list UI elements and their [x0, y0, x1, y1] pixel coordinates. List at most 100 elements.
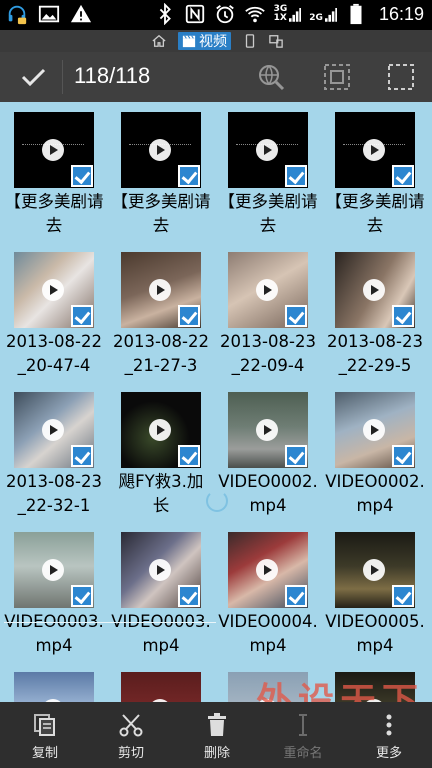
mode-video-tab[interactable]: 视频 — [178, 32, 231, 50]
video-thumbnail[interactable] — [121, 532, 201, 608]
video-thumbnail[interactable] — [14, 532, 94, 608]
mode-home[interactable] — [152, 32, 166, 50]
video-thumbnail[interactable] — [335, 252, 415, 328]
video-filename: 【更多美剧请去 — [4, 192, 104, 235]
video-filename: 2013-08-22_20-47-4 — [6, 332, 102, 375]
play-icon — [149, 139, 171, 161]
home-icon — [152, 34, 166, 47]
video-grid-item[interactable] — [0, 662, 107, 702]
video-thumbnail[interactable] — [228, 252, 308, 328]
selected-checkbox[interactable] — [392, 445, 414, 467]
select-grid-icon[interactable] — [322, 62, 352, 92]
video-grid-item[interactable]: 2013-08-23_22-09-4 — [214, 242, 321, 382]
play-icon — [42, 279, 64, 301]
play-icon — [363, 279, 385, 301]
video-grid-item[interactable]: VIDEO0004.mp4 — [214, 522, 321, 662]
devices-icon — [269, 35, 283, 48]
play-icon — [363, 139, 385, 161]
signal-3g-icon: 3G 1X — [274, 5, 302, 23]
video-grid-item[interactable] — [321, 662, 428, 702]
video-thumbnail[interactable] — [228, 532, 308, 608]
done-check-icon[interactable] — [18, 62, 48, 92]
video-thumbnail[interactable] — [14, 392, 94, 468]
copy-button[interactable]: 复制 — [0, 712, 90, 764]
video-grid-item[interactable] — [214, 662, 321, 702]
video-grid-item[interactable]: 2013-08-23_22-29-5 — [321, 242, 428, 382]
video-grid-item[interactable]: 【更多美剧请去 — [0, 102, 107, 242]
selected-checkbox[interactable] — [178, 165, 200, 187]
video-grid-item[interactable]: 2013-08-22_21-27-3 — [107, 242, 214, 382]
delete-button[interactable]: 删除 — [172, 712, 262, 764]
play-icon — [149, 559, 171, 581]
play-icon — [42, 419, 64, 441]
copy-icon — [34, 714, 55, 736]
nfc-icon — [185, 4, 204, 24]
selected-checkbox[interactable] — [71, 585, 93, 607]
rename-cursor-icon — [299, 714, 307, 736]
alarm-icon — [215, 5, 234, 24]
video-thumbnail[interactable] — [121, 672, 201, 702]
selected-checkbox[interactable] — [178, 445, 200, 467]
video-grid-item[interactable]: 【更多美剧请去 — [214, 102, 321, 242]
video-grid-item[interactable]: 2013-08-22_20-47-4 — [0, 242, 107, 382]
selected-checkbox[interactable] — [285, 165, 307, 187]
video-thumbnail[interactable] — [335, 392, 415, 468]
video-thumbnail[interactable] — [335, 532, 415, 608]
more-label: 更多 — [375, 746, 402, 761]
video-thumbnail[interactable] — [121, 112, 201, 188]
video-grid-item[interactable]: 飓FY救3.加长 — [107, 382, 214, 522]
play-icon — [256, 559, 278, 581]
video-grid-item[interactable]: 【更多美剧请去 — [321, 102, 428, 242]
video-thumbnail[interactable] — [228, 672, 308, 702]
video-thumbnail[interactable] — [335, 112, 415, 188]
play-icon — [256, 279, 278, 301]
video-grid-item[interactable]: VIDEO0002.mp4 — [321, 382, 428, 522]
video-filename: 2013-08-23_22-09-4 — [220, 332, 316, 375]
video-thumbnail[interactable] — [335, 672, 415, 702]
selected-checkbox[interactable] — [178, 305, 200, 327]
play-icon — [363, 419, 385, 441]
video-grid-item[interactable]: VIDEO0003.mp4 — [107, 522, 214, 662]
video-thumbnail[interactable] — [14, 112, 94, 188]
selected-checkbox[interactable] — [178, 585, 200, 607]
video-filename: VIDEO0002.mp4 — [325, 472, 425, 515]
copy-label: 复制 — [31, 746, 58, 761]
selected-checkbox[interactable] — [71, 165, 93, 187]
cut-button[interactable]: 剪切 — [86, 712, 176, 764]
select-all-icon[interactable] — [386, 62, 416, 92]
video-filename: 2013-08-22_21-27-3 — [113, 332, 209, 375]
mode-video-label: 视频 — [199, 34, 227, 50]
selected-checkbox[interactable] — [392, 585, 414, 607]
video-thumbnail[interactable] — [228, 112, 308, 188]
video-grid-item[interactable]: 【更多美剧请去 — [107, 102, 214, 242]
video-grid-item[interactable]: 2013-08-23_22-32-1 — [0, 382, 107, 522]
video-grid-item[interactable] — [107, 662, 214, 702]
video-filename: 【更多美剧请去 — [111, 192, 211, 235]
mode-phone[interactable] — [243, 32, 257, 50]
play-icon — [256, 419, 278, 441]
video-grid-item[interactable]: VIDEO0002.mp4 — [214, 382, 321, 522]
selected-checkbox[interactable] — [285, 445, 307, 467]
video-thumbnail[interactable] — [14, 252, 94, 328]
selected-checkbox[interactable] — [71, 305, 93, 327]
globe-search-icon[interactable] — [256, 62, 286, 92]
video-grid-item[interactable]: VIDEO0003.mp4 — [0, 522, 107, 662]
mode-devices[interactable] — [269, 32, 283, 50]
scissors-icon — [119, 714, 143, 737]
video-filename: 2013-08-23_22-32-1 — [6, 472, 102, 515]
selected-checkbox[interactable] — [285, 305, 307, 327]
network-2g-label: 2G — [309, 13, 323, 23]
selected-checkbox[interactable] — [71, 445, 93, 467]
video-thumbnail[interactable] — [228, 392, 308, 468]
video-thumbnail[interactable] — [14, 672, 94, 702]
more-button[interactable]: 更多 — [344, 712, 432, 764]
play-icon — [149, 419, 171, 441]
video-grid-item[interactable]: VIDEO0005.mp4 — [321, 522, 428, 662]
video-grid[interactable]: 【更多美剧请去 【更多美剧请去 【更多美剧请去 【更多美剧请去 2013-08-22_2… — [0, 102, 432, 702]
video-thumbnail[interactable] — [121, 252, 201, 328]
video-thumbnail[interactable] — [121, 392, 201, 468]
rename-button[interactable]: 重命名 — [258, 712, 348, 764]
selected-checkbox[interactable] — [392, 165, 414, 187]
selected-checkbox[interactable] — [392, 305, 414, 327]
selected-checkbox[interactable] — [285, 585, 307, 607]
